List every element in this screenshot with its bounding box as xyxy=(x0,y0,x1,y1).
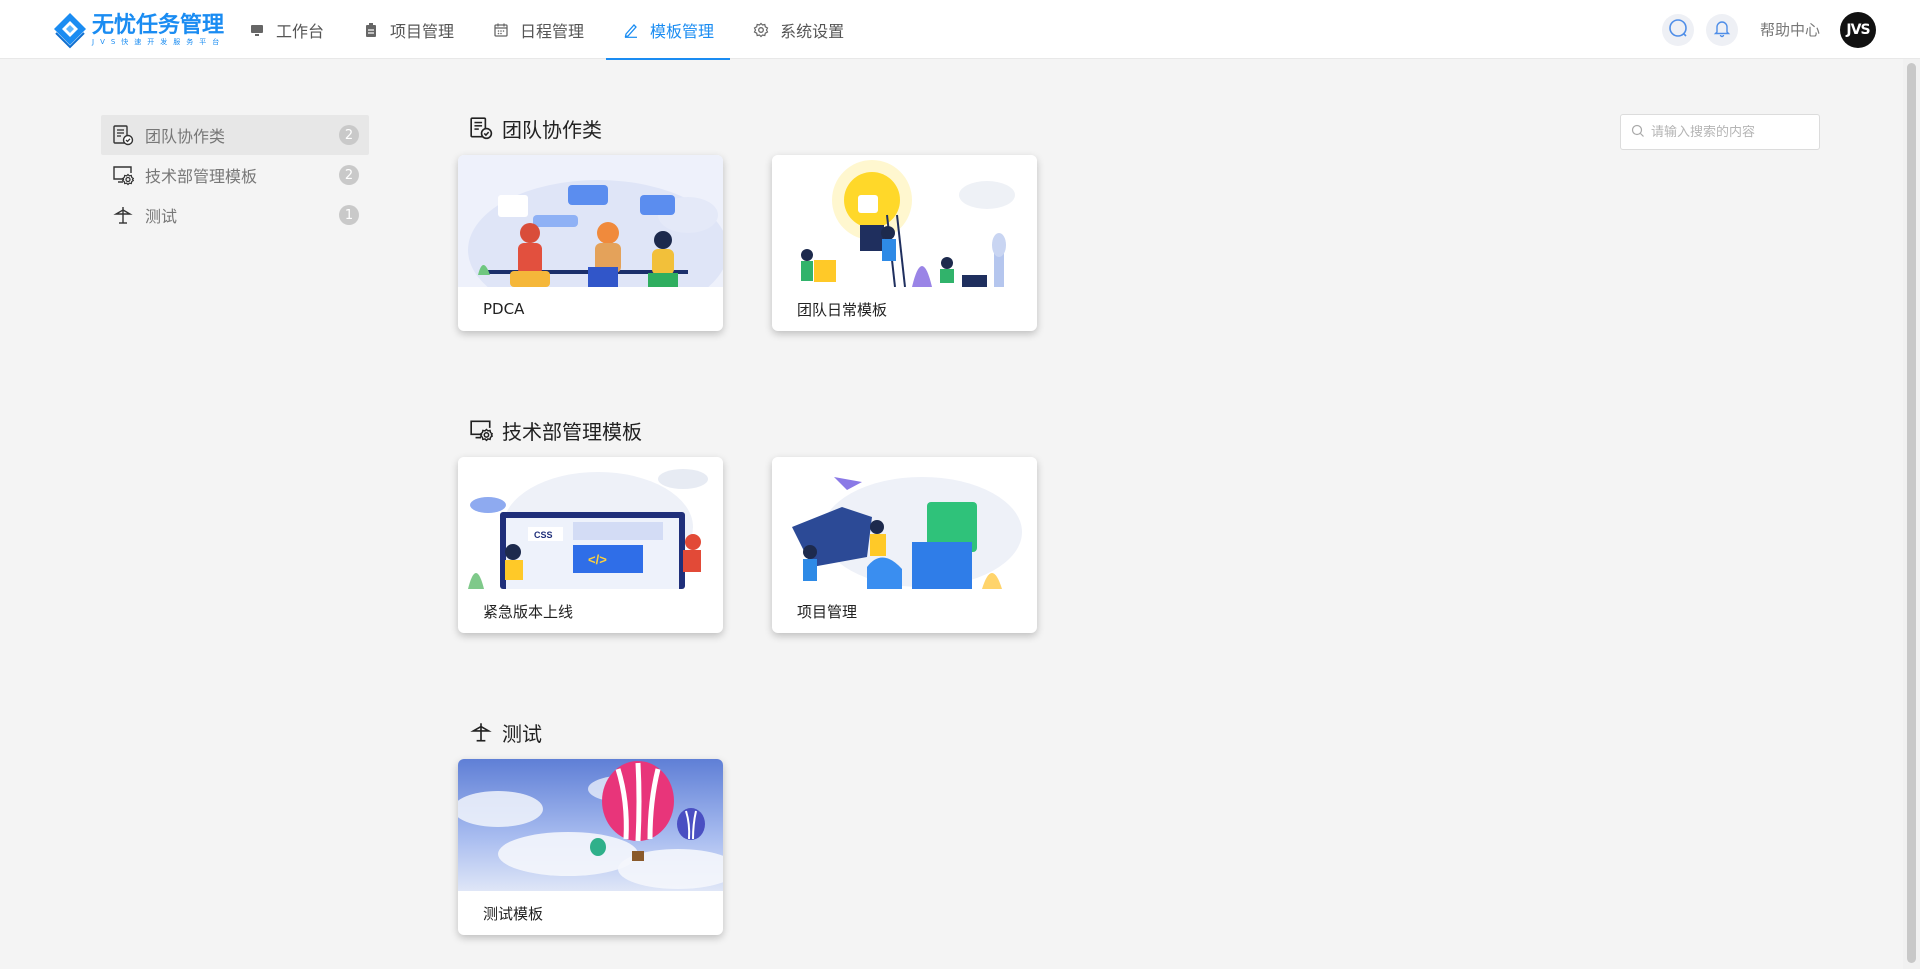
avatar[interactable]: JVS xyxy=(1840,11,1876,48)
template-card-project-management[interactable]: 项目管理 xyxy=(772,457,1037,633)
team-doc-icon xyxy=(468,115,494,141)
web-dev-illustration: CSS </> xyxy=(458,457,723,589)
main-nav: 工作台 项目管理 日程管理 模板管理 系统设置 xyxy=(232,0,866,60)
calendar-icon xyxy=(492,21,510,39)
search-icon xyxy=(1667,17,1689,43)
pen-icon xyxy=(622,21,640,39)
template-card-urgent-release[interactable]: CSS </> 紧急版本上线 xyxy=(458,457,723,633)
sidebar-item-test[interactable]: 测试 1 xyxy=(101,195,369,235)
section-title: 团队协作类 xyxy=(502,117,602,142)
nav-item-schedule[interactable]: 日程管理 xyxy=(476,0,600,59)
hot-air-balloon-photo xyxy=(458,759,723,891)
nav-item-projects[interactable]: 项目管理 xyxy=(346,0,470,59)
top-navbar: 无忧任务管理 JVS快速开发服务平台 工作台 项目管理 日程管理 模板管理 系统… xyxy=(0,0,1920,60)
clipboard-icon xyxy=(362,21,380,39)
count-badge: 1 xyxy=(339,205,359,225)
nav-item-templates[interactable]: 模板管理 xyxy=(606,0,731,60)
nav-item-settings[interactable]: 系统设置 xyxy=(736,0,860,59)
team-doc-icon xyxy=(111,123,135,147)
lightbulb-puzzle-illustration xyxy=(772,155,1037,287)
monitor-icon xyxy=(248,21,266,39)
logo-title: 无忧任务管理 xyxy=(92,12,225,38)
logo-subtitle: JVS快速开发服务平台 xyxy=(92,38,226,46)
puzzle-team-illustration xyxy=(772,457,1037,589)
card-label: 项目管理 xyxy=(797,602,858,621)
nav-label: 模板管理 xyxy=(650,21,715,41)
help-center-link[interactable]: 帮助中心 xyxy=(1760,19,1820,40)
svg-text:</>: </> xyxy=(588,552,607,567)
card-label: 测试模板 xyxy=(483,904,544,923)
search-input[interactable] xyxy=(1651,124,1811,140)
section-title: 测试 xyxy=(502,721,542,746)
template-card-team-daily[interactable]: 团队日常模板 xyxy=(772,155,1037,331)
template-card-pdca[interactable]: PDCA xyxy=(458,155,723,331)
svg-text:CSS: CSS xyxy=(534,530,553,540)
section-title: 技术部管理模板 xyxy=(502,419,642,444)
nav-label: 日程管理 xyxy=(520,21,585,41)
card-label: 团队日常模板 xyxy=(797,300,888,319)
sidebar-item-label: 技术部管理模板 xyxy=(145,167,258,186)
template-card-test[interactable]: 测试模板 xyxy=(458,759,723,935)
team-meeting-illustration xyxy=(458,155,723,287)
monitor-gear-icon xyxy=(468,417,494,443)
app-logo[interactable]: 无忧任务管理 JVS快速开发服务平台 xyxy=(50,10,225,50)
notification-button[interactable] xyxy=(1705,13,1738,46)
sidebar-item-team-collab[interactable]: 团队协作类 2 xyxy=(101,115,369,155)
count-badge: 2 xyxy=(339,165,359,185)
nav-item-workbench[interactable]: 工作台 xyxy=(232,0,340,59)
search-icon xyxy=(1631,123,1645,142)
nav-label: 工作台 xyxy=(276,21,325,41)
page-scrollbar[interactable] xyxy=(1903,59,1920,969)
bell-icon xyxy=(1712,18,1732,42)
search-button[interactable] xyxy=(1661,13,1694,46)
card-label: PDCA xyxy=(483,300,525,318)
section-test: 测试 测试模板 xyxy=(458,717,772,935)
section-tech-dept: 技术部管理模板 CSS </> 紧急版本上线 项目管理 xyxy=(458,415,1086,633)
count-badge: 2 xyxy=(339,125,359,145)
nav-label: 系统设置 xyxy=(780,21,845,41)
logo-diamond-icon xyxy=(50,11,90,49)
scrollbar-thumb[interactable] xyxy=(1907,63,1916,963)
template-category-sidebar: 团队协作类 2 技术部管理模板 2 测试 1 xyxy=(101,115,369,235)
sidebar-item-label: 测试 xyxy=(145,207,178,226)
card-label: 紧急版本上线 xyxy=(483,602,574,621)
monitor-gear-icon xyxy=(111,163,135,187)
section-team-collab: 团队协作类 PDCA 团队日常模板 xyxy=(458,113,1086,331)
sidebar-item-label: 团队协作类 xyxy=(145,127,226,146)
signpost-icon xyxy=(468,719,494,745)
template-search-box xyxy=(1620,114,1820,150)
nav-label: 项目管理 xyxy=(390,21,455,41)
gear-icon xyxy=(752,21,770,39)
sidebar-item-tech-dept[interactable]: 技术部管理模板 2 xyxy=(101,155,369,195)
signpost-icon xyxy=(111,203,135,227)
